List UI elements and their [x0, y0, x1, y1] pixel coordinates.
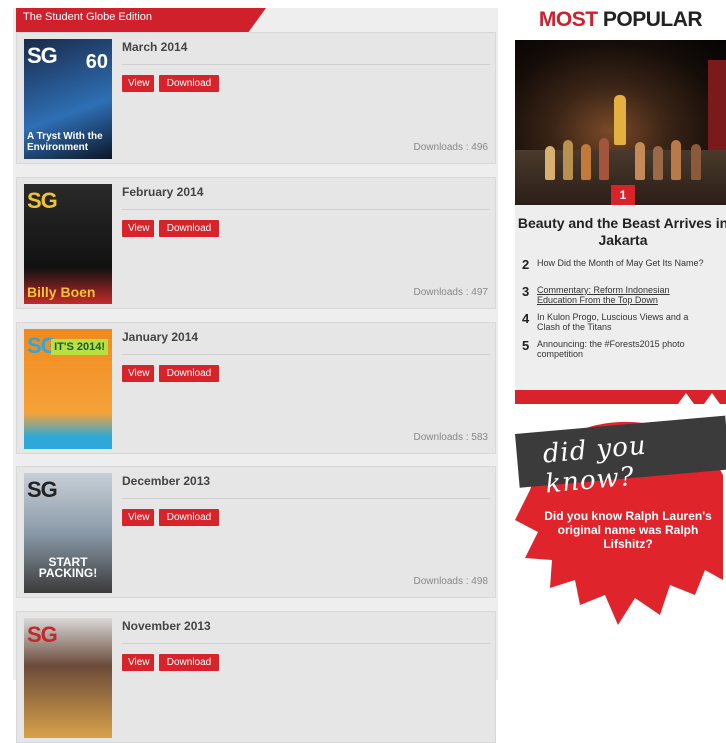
cover-headline: A Tryst With the Environment: [27, 131, 103, 153]
panel-footer-bar: [515, 390, 726, 404]
edition-title: March 2014: [122, 40, 188, 54]
download-button[interactable]: Download: [159, 75, 219, 92]
most-popular-heading-red: MOST: [538, 8, 598, 31]
list-item[interactable]: 3 Commentary: Reform Indonesian Educatio…: [522, 284, 712, 307]
section-banner-label: The Student Globe Edition: [23, 11, 153, 23]
edition-cover[interactable]: SG 60 A Tryst With the Environment: [24, 39, 112, 159]
cover-logo: SG: [27, 188, 58, 213]
performer-figure: [581, 144, 591, 180]
performer-figure: [653, 146, 663, 180]
edition-title: January 2014: [122, 330, 199, 344]
download-count: Downloads : 496: [413, 142, 489, 153]
divider: [122, 64, 490, 65]
performer-figure: [545, 146, 555, 180]
download-count: Downloads : 583: [413, 432, 489, 443]
edition-item: SG 60 A Tryst With the Environment March…: [16, 32, 496, 164]
list-item[interactable]: 5 Announcing: the #Forests2015 photo com…: [522, 338, 712, 361]
footer-notch: [704, 393, 720, 404]
view-button[interactable]: View: [122, 509, 154, 526]
featured-rank-badge: 1: [611, 185, 635, 205]
list-link[interactable]: How Did the Month of May Get Its Name?: [537, 258, 712, 268]
cover-headline: Billy Boen: [27, 284, 96, 300]
performer-figure: [563, 140, 573, 180]
cover-headline: START PACKING!: [38, 555, 98, 580]
list-rank: 5: [522, 338, 530, 353]
edition-item: SG IT'S 2014! January 2014 View Download…: [16, 322, 496, 454]
edition-title: November 2013: [122, 619, 211, 633]
view-button[interactable]: View: [122, 220, 154, 237]
cover-logo: SG: [27, 622, 58, 647]
divider: [122, 354, 490, 355]
list-link[interactable]: Announcing: the #Forests2015 photo compe…: [537, 339, 712, 359]
most-popular-heading: MOST POPULAR: [515, 8, 726, 32]
divider: [122, 643, 490, 644]
footer-notch: [678, 393, 694, 404]
cover-badge: IT'S 2014!: [51, 339, 108, 355]
list-link[interactable]: In Kulon Progo, Luscious Views and a Cla…: [537, 312, 712, 332]
download-button[interactable]: Download: [159, 509, 219, 526]
edition-title: February 2014: [122, 185, 204, 199]
list-item[interactable]: 2 How Did the Month of May Get Its Name?: [522, 257, 712, 280]
performer-figure: [614, 95, 626, 145]
section-banner: The Student Globe Edition: [16, 8, 266, 32]
did-you-know-text: Did you know Ralph Lauren's original nam…: [544, 509, 712, 551]
view-button[interactable]: View: [122, 365, 154, 382]
list-rank: 2: [522, 257, 530, 272]
edition-cover[interactable]: SG Billy Boen: [24, 184, 112, 304]
list-link[interactable]: Commentary: Reform Indonesian Education …: [537, 285, 712, 305]
cover-logo: SG: [27, 477, 58, 502]
most-popular-heading-dark: POPULAR: [597, 8, 703, 31]
download-count: Downloads : 498: [413, 576, 489, 587]
cover-badge: 60: [85, 51, 108, 73]
view-button[interactable]: View: [122, 654, 154, 671]
download-button[interactable]: Download: [159, 365, 219, 382]
performer-figure: [635, 142, 645, 180]
cover-logo: SG: [27, 43, 58, 68]
edition-item: SG November 2013 View Download: [16, 611, 496, 743]
performer-figure: [671, 140, 681, 180]
divider: [122, 498, 490, 499]
list-rank: 3: [522, 284, 530, 299]
edition-title: December 2013: [122, 474, 211, 488]
featured-photo[interactable]: [515, 40, 726, 205]
list-rank: 4: [522, 311, 530, 326]
download-count: Downloads : 497: [413, 287, 489, 298]
performer-figure: [691, 144, 701, 180]
view-button[interactable]: View: [122, 75, 154, 92]
featured-headline-link[interactable]: Beauty and the Beast Arrives in Jakarta: [515, 215, 726, 249]
edition-cover[interactable]: SG START PACKING!: [24, 473, 112, 593]
edition-cover[interactable]: SG: [24, 618, 112, 738]
download-button[interactable]: Download: [159, 654, 219, 671]
performer-figure: [599, 138, 609, 180]
edition-cover[interactable]: SG IT'S 2014!: [24, 329, 112, 449]
edition-item: SG START PACKING! December 2013 View Dow…: [16, 466, 496, 598]
download-button[interactable]: Download: [159, 220, 219, 237]
curtain: [708, 60, 726, 150]
divider: [122, 209, 490, 210]
list-item[interactable]: 4 In Kulon Progo, Luscious Views and a C…: [522, 311, 712, 334]
most-popular-list: 2 How Did the Month of May Get Its Name?…: [522, 257, 712, 366]
edition-item: SG Billy Boen February 2014 View Downloa…: [16, 177, 496, 309]
